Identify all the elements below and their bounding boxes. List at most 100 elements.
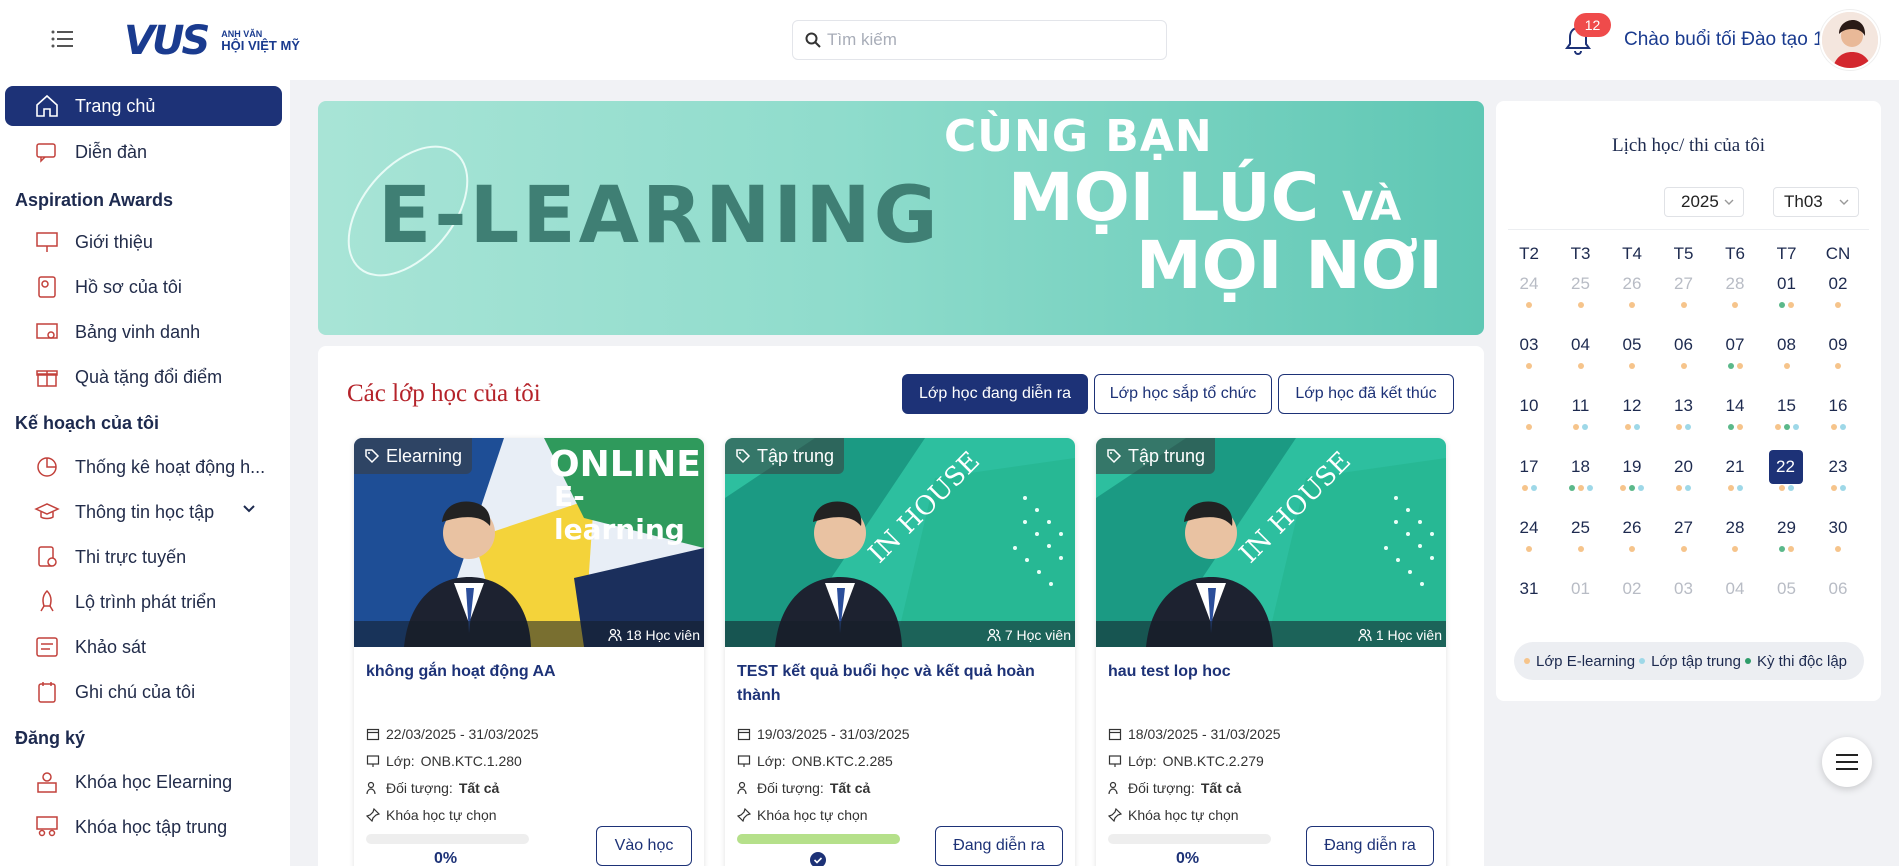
calendar-day[interactable]: 02: [1818, 274, 1858, 294]
weekday-header: T3: [1570, 244, 1591, 263]
sidebar-item-classroom-courses[interactable]: Khóa học tập trung: [5, 807, 282, 847]
notification-badge: 12: [1574, 13, 1611, 37]
sidebar-item-survey[interactable]: Khảo sát: [5, 627, 282, 667]
class-title[interactable]: hau test lop hoc: [1108, 660, 1434, 684]
calendar-day[interactable]: 25: [1561, 274, 1601, 294]
calendar-day[interactable]: 04: [1561, 335, 1601, 355]
sidebar-item-elearning-courses[interactable]: Khóa học Elearning: [5, 762, 282, 802]
event-dots: [1818, 546, 1858, 552]
calendar-day[interactable]: 06: [1664, 335, 1704, 355]
sidebar-item-activity-stats[interactable]: Thống kê hoạt động h...: [5, 447, 282, 487]
month-select[interactable]: Th03: [1773, 187, 1859, 217]
sidebar-item-honor-board[interactable]: Bảng vinh danh: [5, 312, 282, 352]
calendar-day[interactable]: 19: [1612, 457, 1652, 477]
user-photo-icon: [1822, 12, 1878, 68]
class-card[interactable]: ONLINE E-learning Elearning 18 Học viên …: [354, 438, 704, 866]
sidebar-item-my-notes[interactable]: Ghi chú của tôi: [5, 672, 282, 712]
search-input[interactable]: [827, 30, 1147, 50]
promo-banner[interactable]: E-LEARNING CÙNG BẠN MỌI LÚC VÀ MỌI NƠI: [318, 101, 1484, 335]
calendar-icon: [737, 728, 751, 741]
sidebar-item-online-exam[interactable]: Thi trực tuyến: [5, 537, 282, 577]
legend-dot-classroom: [1639, 658, 1646, 664]
ongoing-status-button[interactable]: Đang diễn ra: [935, 826, 1063, 866]
year-select[interactable]: 2025: [1664, 187, 1744, 217]
tab-upcoming[interactable]: Lớp học sắp tổ chức: [1094, 374, 1272, 414]
calendar-day[interactable]: 31: [1509, 579, 1549, 599]
calendar-day[interactable]: 05: [1767, 579, 1807, 599]
calendar-day[interactable]: 13: [1664, 396, 1704, 416]
tab-ongoing[interactable]: Lớp học đang diễn ra: [902, 374, 1088, 414]
calendar-day[interactable]: 27: [1664, 274, 1704, 294]
class-card[interactable]: IN HOUSE Tập trung 7 Học viên TEST kết q…: [725, 438, 1075, 866]
calendar-day[interactable]: 26: [1612, 518, 1652, 538]
legend-classroom: Lớp tập trung: [1651, 652, 1741, 670]
sidebar-item-learning-info[interactable]: Thông tin học tập: [5, 492, 282, 532]
calendar-day[interactable]: 01: [1767, 274, 1807, 294]
calendar-day[interactable]: 27: [1664, 518, 1704, 538]
calendar-day[interactable]: 20: [1664, 457, 1704, 477]
class-card[interactable]: IN HOUSE Tập trung 1 Học viên hau test l…: [1096, 438, 1446, 866]
calendar-day[interactable]: 26: [1612, 274, 1652, 294]
pin-icon: [1108, 808, 1122, 822]
calendar-day[interactable]: 30: [1818, 518, 1858, 538]
calendar-day[interactable]: 24: [1509, 518, 1549, 538]
class-title[interactable]: không gắn hoạt động AA: [366, 660, 692, 684]
enter-class-button[interactable]: Vào học: [596, 826, 692, 866]
event-dots: [1509, 302, 1549, 308]
tab-finished[interactable]: Lớp học đã kết thúc: [1278, 374, 1454, 414]
calendar-day[interactable]: 28: [1715, 274, 1755, 294]
calendar-day[interactable]: 04: [1715, 579, 1755, 599]
event-dots: [1767, 302, 1807, 308]
quick-menu-button[interactable]: [1822, 737, 1872, 787]
audience-value: Tất cả: [1200, 780, 1242, 796]
brand-logo[interactable]: VUS ANH VĂN HỘI VIỆT MỸ: [124, 18, 300, 64]
calendar-day[interactable]: 10: [1509, 396, 1549, 416]
calendar-day[interactable]: 01: [1561, 579, 1601, 599]
calendar-day[interactable]: 02: [1612, 579, 1652, 599]
calendar-day[interactable]: 06: [1818, 579, 1858, 599]
class-thumbnail: IN HOUSE Tập trung 1 Học viên: [1096, 438, 1446, 647]
calendar-day[interactable]: 16: [1818, 396, 1858, 416]
sidebar-item-label: Lộ trình phát triển: [75, 591, 217, 612]
calendar-day[interactable]: 23: [1818, 457, 1858, 477]
sidebar-item-development-path[interactable]: Lộ trình phát triển: [5, 582, 282, 622]
calendar-day[interactable]: 11: [1561, 396, 1601, 416]
event-dot: [1629, 363, 1635, 369]
calendar-day[interactable]: 17: [1509, 457, 1549, 477]
event-dot: [1629, 546, 1635, 552]
calendar-day[interactable]: 03: [1664, 579, 1704, 599]
calendar-day[interactable]: 15: [1767, 396, 1807, 416]
event-dots: [1767, 424, 1807, 430]
sidebar-item-label: Quà tặng đổi điểm: [75, 366, 223, 387]
sidebar-item-gifts[interactable]: Quà tặng đổi điểm: [5, 357, 282, 397]
event-dots: [1818, 424, 1858, 430]
calendar-day[interactable]: 14: [1715, 396, 1755, 416]
sidebar-item-intro[interactable]: Giới thiệu: [5, 222, 282, 262]
class-title[interactable]: TEST kết quả buổi học và kết quả hoàn th…: [737, 660, 1063, 708]
calendar-day[interactable]: 09: [1818, 335, 1858, 355]
sidebar-item-forum[interactable]: Diễn đàn: [5, 132, 282, 172]
chevron-down-icon: [243, 505, 255, 513]
progress-label: 0%: [1176, 850, 1200, 866]
calendar-day-today[interactable]: 22: [1768, 450, 1803, 484]
class-date-value: 22/03/2025 - 31/03/2025: [386, 726, 539, 742]
calendar-day[interactable]: 03: [1509, 335, 1549, 355]
avatar[interactable]: [1820, 10, 1880, 70]
calendar-day[interactable]: 24: [1509, 274, 1549, 294]
sidebar-item-home[interactable]: Trang chủ: [5, 86, 282, 126]
calendar-day[interactable]: 18: [1561, 457, 1601, 477]
calendar-day[interactable]: 29: [1767, 518, 1807, 538]
calendar-day[interactable]: 21: [1715, 457, 1755, 477]
sidebar-item-profile[interactable]: Hồ sơ của tôi: [5, 267, 282, 307]
ongoing-status-button[interactable]: Đang diễn ra: [1306, 826, 1434, 866]
calendar-day[interactable]: 25: [1561, 518, 1601, 538]
class-code: Lớp: ONB.KTC.2.279: [1108, 753, 1264, 769]
menu-toggle-button[interactable]: [34, 17, 90, 61]
calendar-day[interactable]: 07: [1715, 335, 1755, 355]
calendar-day[interactable]: 28: [1715, 518, 1755, 538]
calendar-day[interactable]: 12: [1612, 396, 1652, 416]
event-dot: [1680, 363, 1687, 369]
users-icon: [737, 781, 747, 795]
calendar-day[interactable]: 08: [1767, 335, 1807, 355]
calendar-day[interactable]: 05: [1612, 335, 1652, 355]
